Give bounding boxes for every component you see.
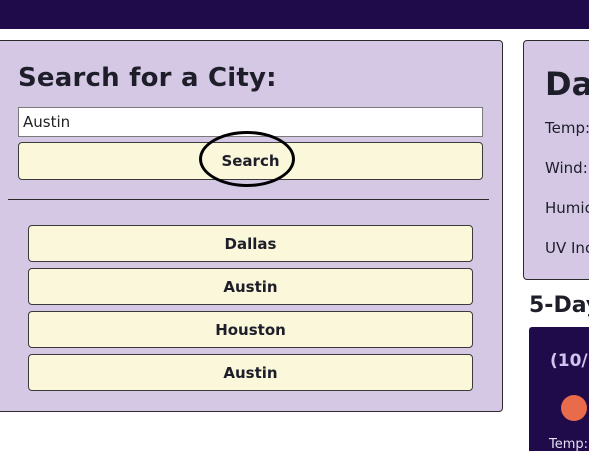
- current-weather-panel: Da Temp: Wind: Humic UV Inc: [523, 40, 589, 280]
- current-weather-heading: Da: [545, 65, 589, 103]
- current-wind-label: Wind:: [545, 159, 588, 177]
- forecast-temp-label: Temp:: [549, 437, 589, 451]
- history-divider: [8, 199, 489, 200]
- history-button-austin-2[interactable]: Austin: [28, 354, 473, 391]
- history-button-houston[interactable]: Houston: [28, 311, 473, 348]
- search-title: Search for a City:: [18, 63, 277, 93]
- search-button[interactable]: Search: [18, 142, 483, 180]
- history-button-dallas[interactable]: Dallas: [28, 225, 473, 262]
- city-search-input[interactable]: [18, 107, 483, 137]
- forecast-card: (10/1 Temp:: [529, 327, 589, 451]
- current-humidity-label: Humic: [545, 199, 589, 217]
- forecast-date: (10/1: [550, 351, 589, 371]
- current-uv-label: UV Inc: [545, 239, 589, 257]
- weather-sun-icon: [561, 395, 587, 421]
- top-header-bar: [0, 0, 589, 29]
- forecast-heading: 5-Day: [529, 293, 589, 318]
- history-button-austin[interactable]: Austin: [28, 268, 473, 305]
- current-temp-label: Temp:: [545, 119, 589, 137]
- search-panel: Search for a City: Search Dallas Austin …: [0, 40, 503, 412]
